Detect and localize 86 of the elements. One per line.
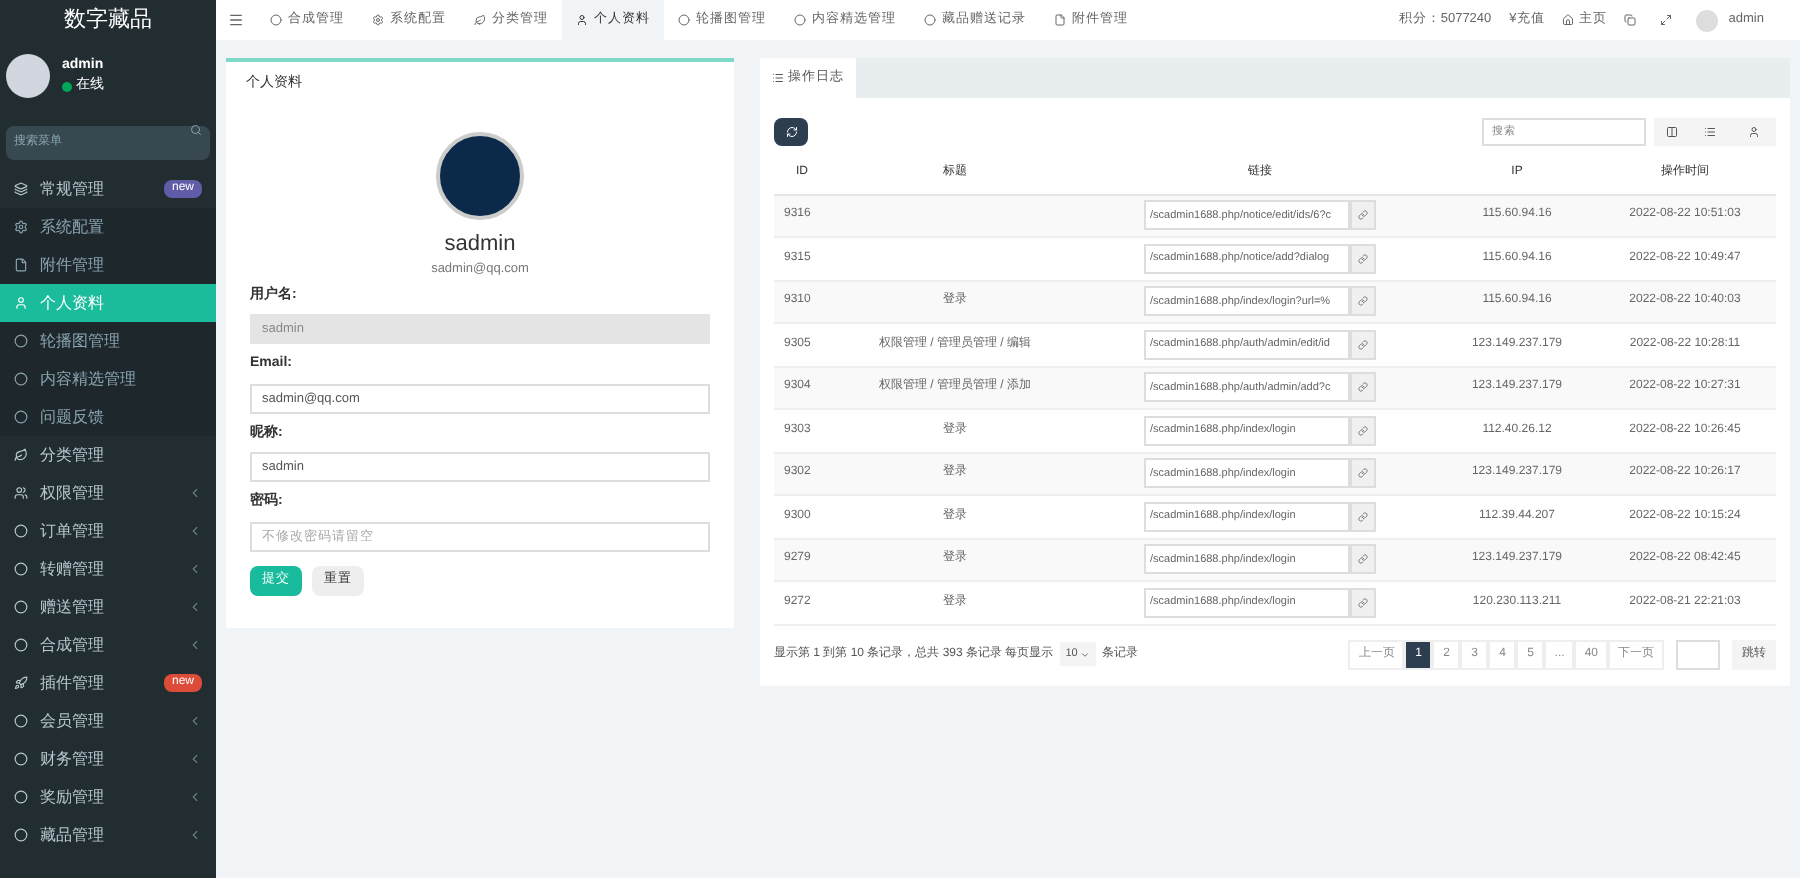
user-icon: [576, 14, 588, 26]
link-icon: [1358, 511, 1368, 522]
sidebar-item[interactable]: 赠送管理: [0, 588, 216, 626]
menu-icon[interactable]: [228, 12, 244, 28]
export-button[interactable]: [1732, 118, 1776, 146]
link-button[interactable]: [1350, 415, 1376, 446]
leaf-icon: [474, 14, 486, 26]
home-icon: [1562, 14, 1575, 26]
chevron-icon: [188, 790, 202, 804]
link-icon: [1358, 597, 1368, 608]
link-button[interactable]: [1350, 544, 1376, 575]
chevron-icon: [188, 524, 202, 538]
sidebar-item[interactable]: 奖励管理: [0, 778, 216, 816]
link-button[interactable]: [1350, 587, 1376, 618]
sidebar-item[interactable]: 附件管理: [0, 246, 216, 284]
link-icon: [1358, 339, 1368, 350]
link-icon: [1358, 210, 1368, 221]
link-button[interactable]: [1350, 243, 1376, 274]
sidebar-item[interactable]: 分类管理: [0, 436, 216, 474]
sidebar-item[interactable]: 藏品管理: [0, 816, 216, 854]
circle-icon: [14, 562, 28, 576]
circle-icon: [14, 600, 28, 614]
chevron-icon: [188, 714, 202, 728]
chevron-icon: [188, 600, 202, 614]
circle-icon: [924, 14, 936, 26]
group-icon: [14, 486, 28, 500]
refresh-button[interactable]: [774, 118, 808, 146]
link-icon: [1358, 382, 1368, 393]
circle-icon: [14, 372, 28, 386]
leaf-icon: [14, 448, 28, 462]
chevron-icon: [188, 562, 202, 576]
sidebar-item[interactable]: 合成管理: [0, 626, 216, 664]
chevron-icon: [188, 638, 202, 652]
link-icon: [1358, 425, 1368, 436]
sidebar-item[interactable]: 内容精选管理: [0, 360, 216, 398]
sidebar-item[interactable]: 订单管理: [0, 512, 216, 550]
chevron-icon: [188, 486, 202, 500]
chevron-icon: [188, 752, 202, 766]
columns-icon: [1665, 126, 1677, 138]
user-icon: [14, 296, 28, 310]
link-icon: [1358, 253, 1368, 264]
file-icon: [1054, 14, 1066, 26]
link-button[interactable]: [1350, 200, 1376, 231]
sidebar-item[interactable]: 权限管理: [0, 474, 216, 512]
circle-icon: [14, 334, 28, 348]
circle-icon: [14, 714, 28, 728]
link-button[interactable]: [1350, 286, 1376, 317]
columns-button[interactable]: [1654, 118, 1688, 146]
profile-name: sadmin: [444, 229, 516, 259]
avatar-photo-placeholder: [436, 131, 524, 219]
sidebar-item[interactable]: 轮播图管理: [0, 322, 216, 360]
circle-icon: [14, 410, 28, 424]
refresh-icon: [785, 126, 797, 138]
circle-icon: [14, 828, 28, 842]
link-button[interactable]: [1350, 329, 1376, 360]
sidebar-item[interactable]: 转赠管理: [0, 550, 216, 588]
avatar-placeholder: [6, 54, 50, 98]
link-icon: [1358, 296, 1368, 307]
search-icon: [190, 123, 202, 135]
chevron-icon: [188, 828, 202, 842]
circle-icon: [14, 752, 28, 766]
circle-icon: [14, 638, 28, 652]
gear-icon: [372, 14, 384, 26]
link-button[interactable]: [1350, 458, 1376, 489]
list-caret-icon: [1704, 126, 1716, 138]
link-button[interactable]: [1350, 501, 1376, 532]
circle-icon: [270, 14, 282, 26]
file-icon: [14, 258, 28, 272]
user-avatar-icon[interactable]: [1696, 9, 1719, 31]
link-icon: [1358, 468, 1368, 479]
circle-icon: [14, 524, 28, 538]
gear-icon: [14, 220, 28, 234]
sidebar-item[interactable]: 会员管理: [0, 702, 216, 740]
rocket-icon: [14, 676, 28, 690]
page-jump-field[interactable]: [1676, 639, 1720, 669]
link-icon: [1358, 554, 1368, 565]
circle-icon: [678, 14, 690, 26]
sidebar-item[interactable]: 系统配置: [0, 208, 216, 246]
cogs-icon: [14, 182, 28, 196]
caret-icon: [1079, 649, 1090, 659]
circle-icon: [794, 14, 806, 26]
sidebar-item[interactable]: 财务管理: [0, 740, 216, 778]
sidebar-item[interactable]: 问题反馈: [0, 398, 216, 436]
link-button[interactable]: [1350, 372, 1376, 403]
circle-icon: [14, 790, 28, 804]
list-icon: [772, 72, 784, 84]
